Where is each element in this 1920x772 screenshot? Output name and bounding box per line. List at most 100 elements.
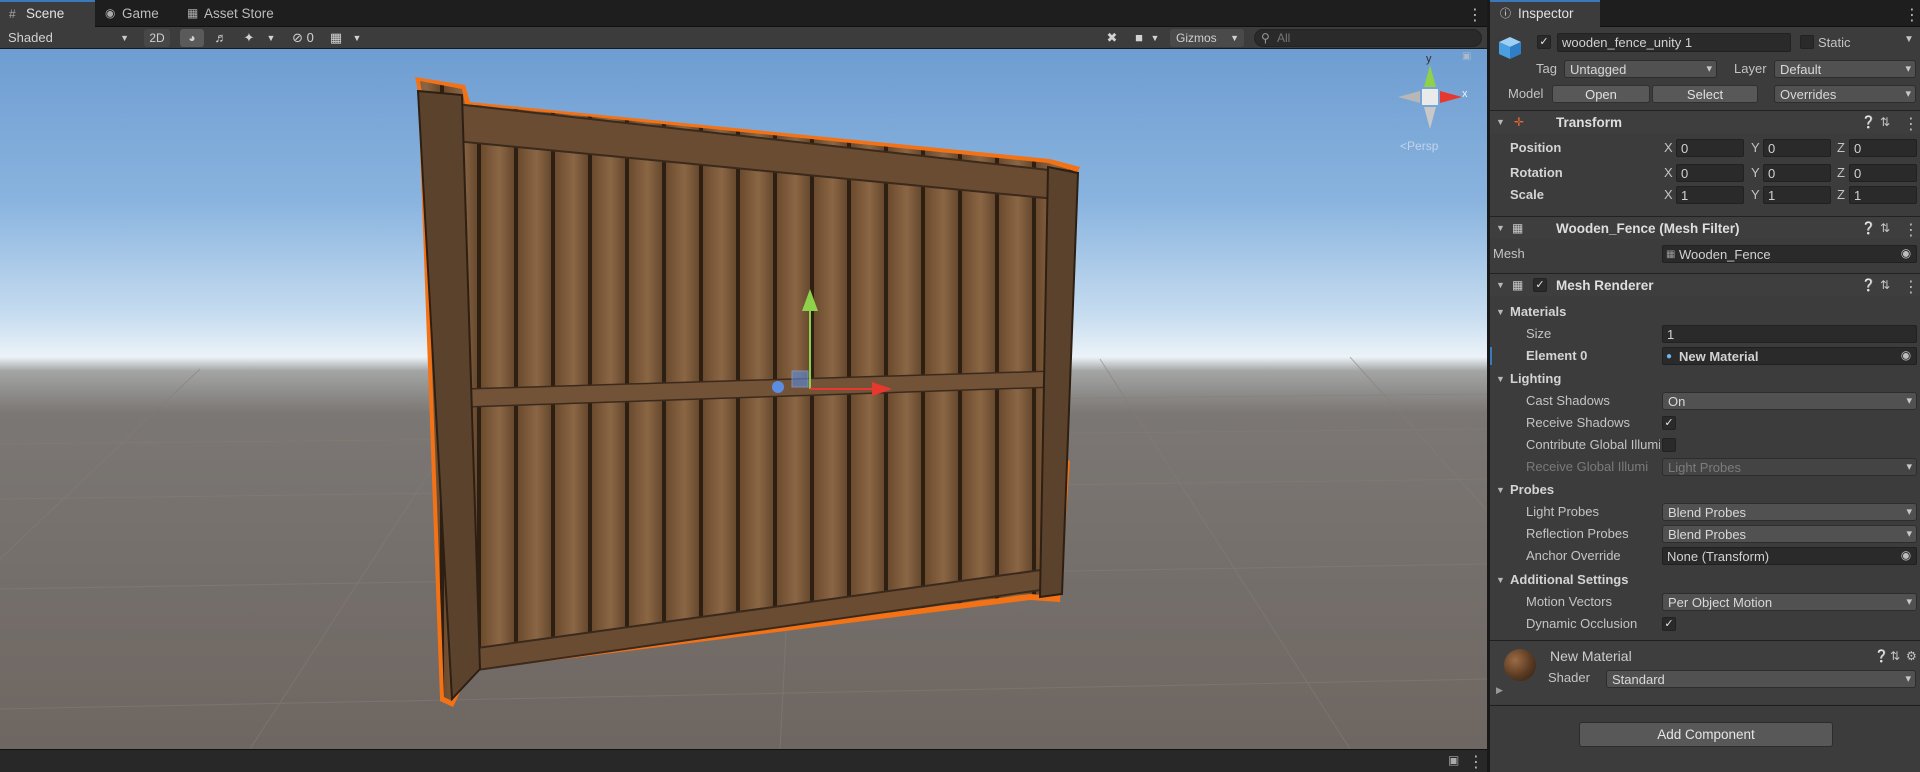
lighting-foldout[interactable]: ▼ Lighting [1490,368,1920,390]
reflection-probes-label: Reflection Probes [1526,526,1629,541]
component-menu-icon[interactable] [1903,277,1919,297]
light-probes-label: Light Probes [1526,504,1599,519]
help-icon[interactable]: ❔ [1861,221,1876,235]
grid-icon: # [9,7,16,21]
receive-gi-row: Receive Global Illumi Light Probes [1490,456,1920,478]
lighting-toggle-button[interactable]: ◕ [180,29,204,47]
fold-triangle-icon[interactable]: ▼ [1496,223,1505,233]
help-icon[interactable]: ❔ [1861,115,1876,129]
help-icon[interactable]: ❔ [1874,649,1889,663]
materials-foldout[interactable]: ▼ Materials [1490,301,1920,323]
transform-header[interactable]: ▼ ✛ Transform ❔ ⇅ [1490,110,1920,134]
2d-toggle-button[interactable]: 2D [144,29,170,47]
tab-asset-store[interactable]: ▦ Asset Store [178,0,288,27]
reflection-probes-dropdown[interactable]: Blend Probes [1662,525,1917,543]
select-button[interactable]: Select [1652,85,1758,103]
static-label: Static [1818,35,1851,50]
fold-triangle-icon[interactable]: ▼ [1496,569,1505,591]
axis-y-label: Y [1751,165,1760,180]
inspector-menu-icon[interactable] [1904,5,1920,25]
camera-button[interactable]: ■ [1128,29,1150,47]
layer-dropdown[interactable]: Default [1774,60,1916,78]
object-name-field[interactable]: wooden_fence_unity 1 [1557,33,1791,52]
draw-mode-dropdown[interactable]: Shaded ▼ [2,28,134,48]
rotation-y-field[interactable]: 0 [1763,164,1831,182]
help-icon[interactable]: ❔ [1861,278,1876,292]
hidden-objects-toggle[interactable]: ⊘ 0 [286,29,320,47]
status-menu-icon[interactable] [1468,752,1484,772]
fold-triangle-icon[interactable]: ▼ [1496,368,1505,390]
chevron-down-icon: ▼ [1230,33,1239,43]
hidden-count: 0 [306,30,314,45]
gear-icon[interactable]: ⚙ [1906,649,1917,663]
grid-dropdown[interactable]: ▼ [350,29,364,47]
mesh-field[interactable]: ▦ Wooden_Fence [1662,245,1917,263]
tools-button[interactable]: ✖ [1100,29,1124,47]
static-checkbox[interactable] [1800,35,1814,49]
active-checkbox[interactable]: ✓ [1537,35,1551,49]
scene-viewport[interactable]: y x <Persp ▣ [0,49,1487,749]
position-z-field[interactable]: 0 [1849,139,1917,157]
dynamic-occlusion-checkbox[interactable]: ✓ [1662,617,1676,631]
component-menu-icon[interactable] [1903,220,1919,240]
fold-triangle-icon[interactable]: ▼ [1496,280,1505,290]
shader-dropdown[interactable]: Standard [1606,670,1916,688]
scale-x-field[interactable]: 1 [1676,186,1744,204]
receive-shadows-checkbox[interactable]: ✓ [1662,416,1676,430]
probes-foldout[interactable]: ▼ Probes [1490,479,1920,501]
scene-search-input[interactable]: ⚲ All [1254,29,1482,47]
orientation-gizmo[interactable]: y x <Persp [1390,53,1470,157]
fold-triangle-icon[interactable]: ▶ [1496,685,1503,696]
contribute-gi-checkbox[interactable] [1662,438,1676,452]
component-menu-icon[interactable] [1903,114,1919,134]
tab-scene[interactable]: # Scene [0,0,95,27]
wooden-fence-model[interactable] [415,77,1080,707]
preset-icon[interactable]: ⇅ [1880,115,1890,129]
tab-game[interactable]: ◉ Game [96,0,176,27]
rotation-label: Rotation [1510,165,1563,180]
fold-triangle-icon[interactable]: ▼ [1496,301,1505,323]
preset-icon[interactable]: ⇅ [1880,221,1890,235]
material-icon: ● [1666,351,1673,362]
lock-icon[interactable]: ▣ [1448,753,1459,767]
projection-toggle[interactable]: <Persp [1400,139,1438,153]
cast-shadows-dropdown[interactable]: On [1662,392,1917,410]
object-picker-icon[interactable]: ◉ [1898,547,1914,563]
effects-dropdown[interactable]: ▼ [264,29,278,47]
camera-dropdown[interactable]: ▼ [1148,29,1162,47]
anchor-override-field[interactable]: None (Transform) [1662,547,1917,565]
preset-icon[interactable]: ⇅ [1880,278,1890,292]
scene-menu-icon[interactable] [1467,5,1483,25]
static-dropdown-icon[interactable]: ▼ [1904,34,1914,45]
open-button[interactable]: Open [1552,85,1650,103]
material-name: New Material [1550,648,1632,664]
object-picker-icon[interactable]: ◉ [1898,347,1914,363]
scale-y-field[interactable]: 1 [1763,186,1831,204]
position-x-field[interactable]: 0 [1676,139,1744,157]
preset-icon[interactable]: ⇅ [1890,649,1900,663]
mesh-renderer-enabled-checkbox[interactable]: ✓ [1533,278,1547,292]
gizmos-dropdown[interactable]: Gizmos ▼ [1170,29,1244,47]
mesh-renderer-header[interactable]: ▼ ▦ ✓ Mesh Renderer ❔ ⇅ [1490,273,1920,297]
lock-icon[interactable]: ▣ [1462,51,1471,62]
tab-inspector[interactable]: ⓘ Inspector [1490,0,1600,27]
tag-dropdown[interactable]: Untagged [1564,60,1717,78]
effects-toggle-button[interactable]: ✦ [236,29,262,47]
motion-vectors-dropdown[interactable]: Per Object Motion [1662,593,1917,611]
rotation-x-field[interactable]: 0 [1676,164,1744,182]
audio-toggle-button[interactable]: ♬ [210,29,232,47]
light-probes-dropdown[interactable]: Blend Probes [1662,503,1917,521]
fold-triangle-icon[interactable]: ▼ [1496,479,1505,501]
additional-settings-foldout[interactable]: ▼ Additional Settings [1490,569,1920,591]
overrides-dropdown[interactable]: Overrides [1774,85,1916,103]
rotation-z-field[interactable]: 0 [1849,164,1917,182]
element0-field[interactable]: ● New Material [1662,347,1917,365]
materials-size-field[interactable]: 1 [1662,325,1917,343]
scale-z-field[interactable]: 1 [1849,186,1917,204]
object-picker-icon[interactable]: ◉ [1898,245,1914,261]
position-y-field[interactable]: 0 [1763,139,1831,157]
add-component-button[interactable]: Add Component [1579,722,1833,747]
grid-snap-button[interactable]: ▦ [324,29,348,47]
fold-triangle-icon[interactable]: ▼ [1496,117,1505,127]
mesh-filter-header[interactable]: ▼ ▦ Wooden_Fence (Mesh Filter) ❔ ⇅ [1490,216,1920,240]
